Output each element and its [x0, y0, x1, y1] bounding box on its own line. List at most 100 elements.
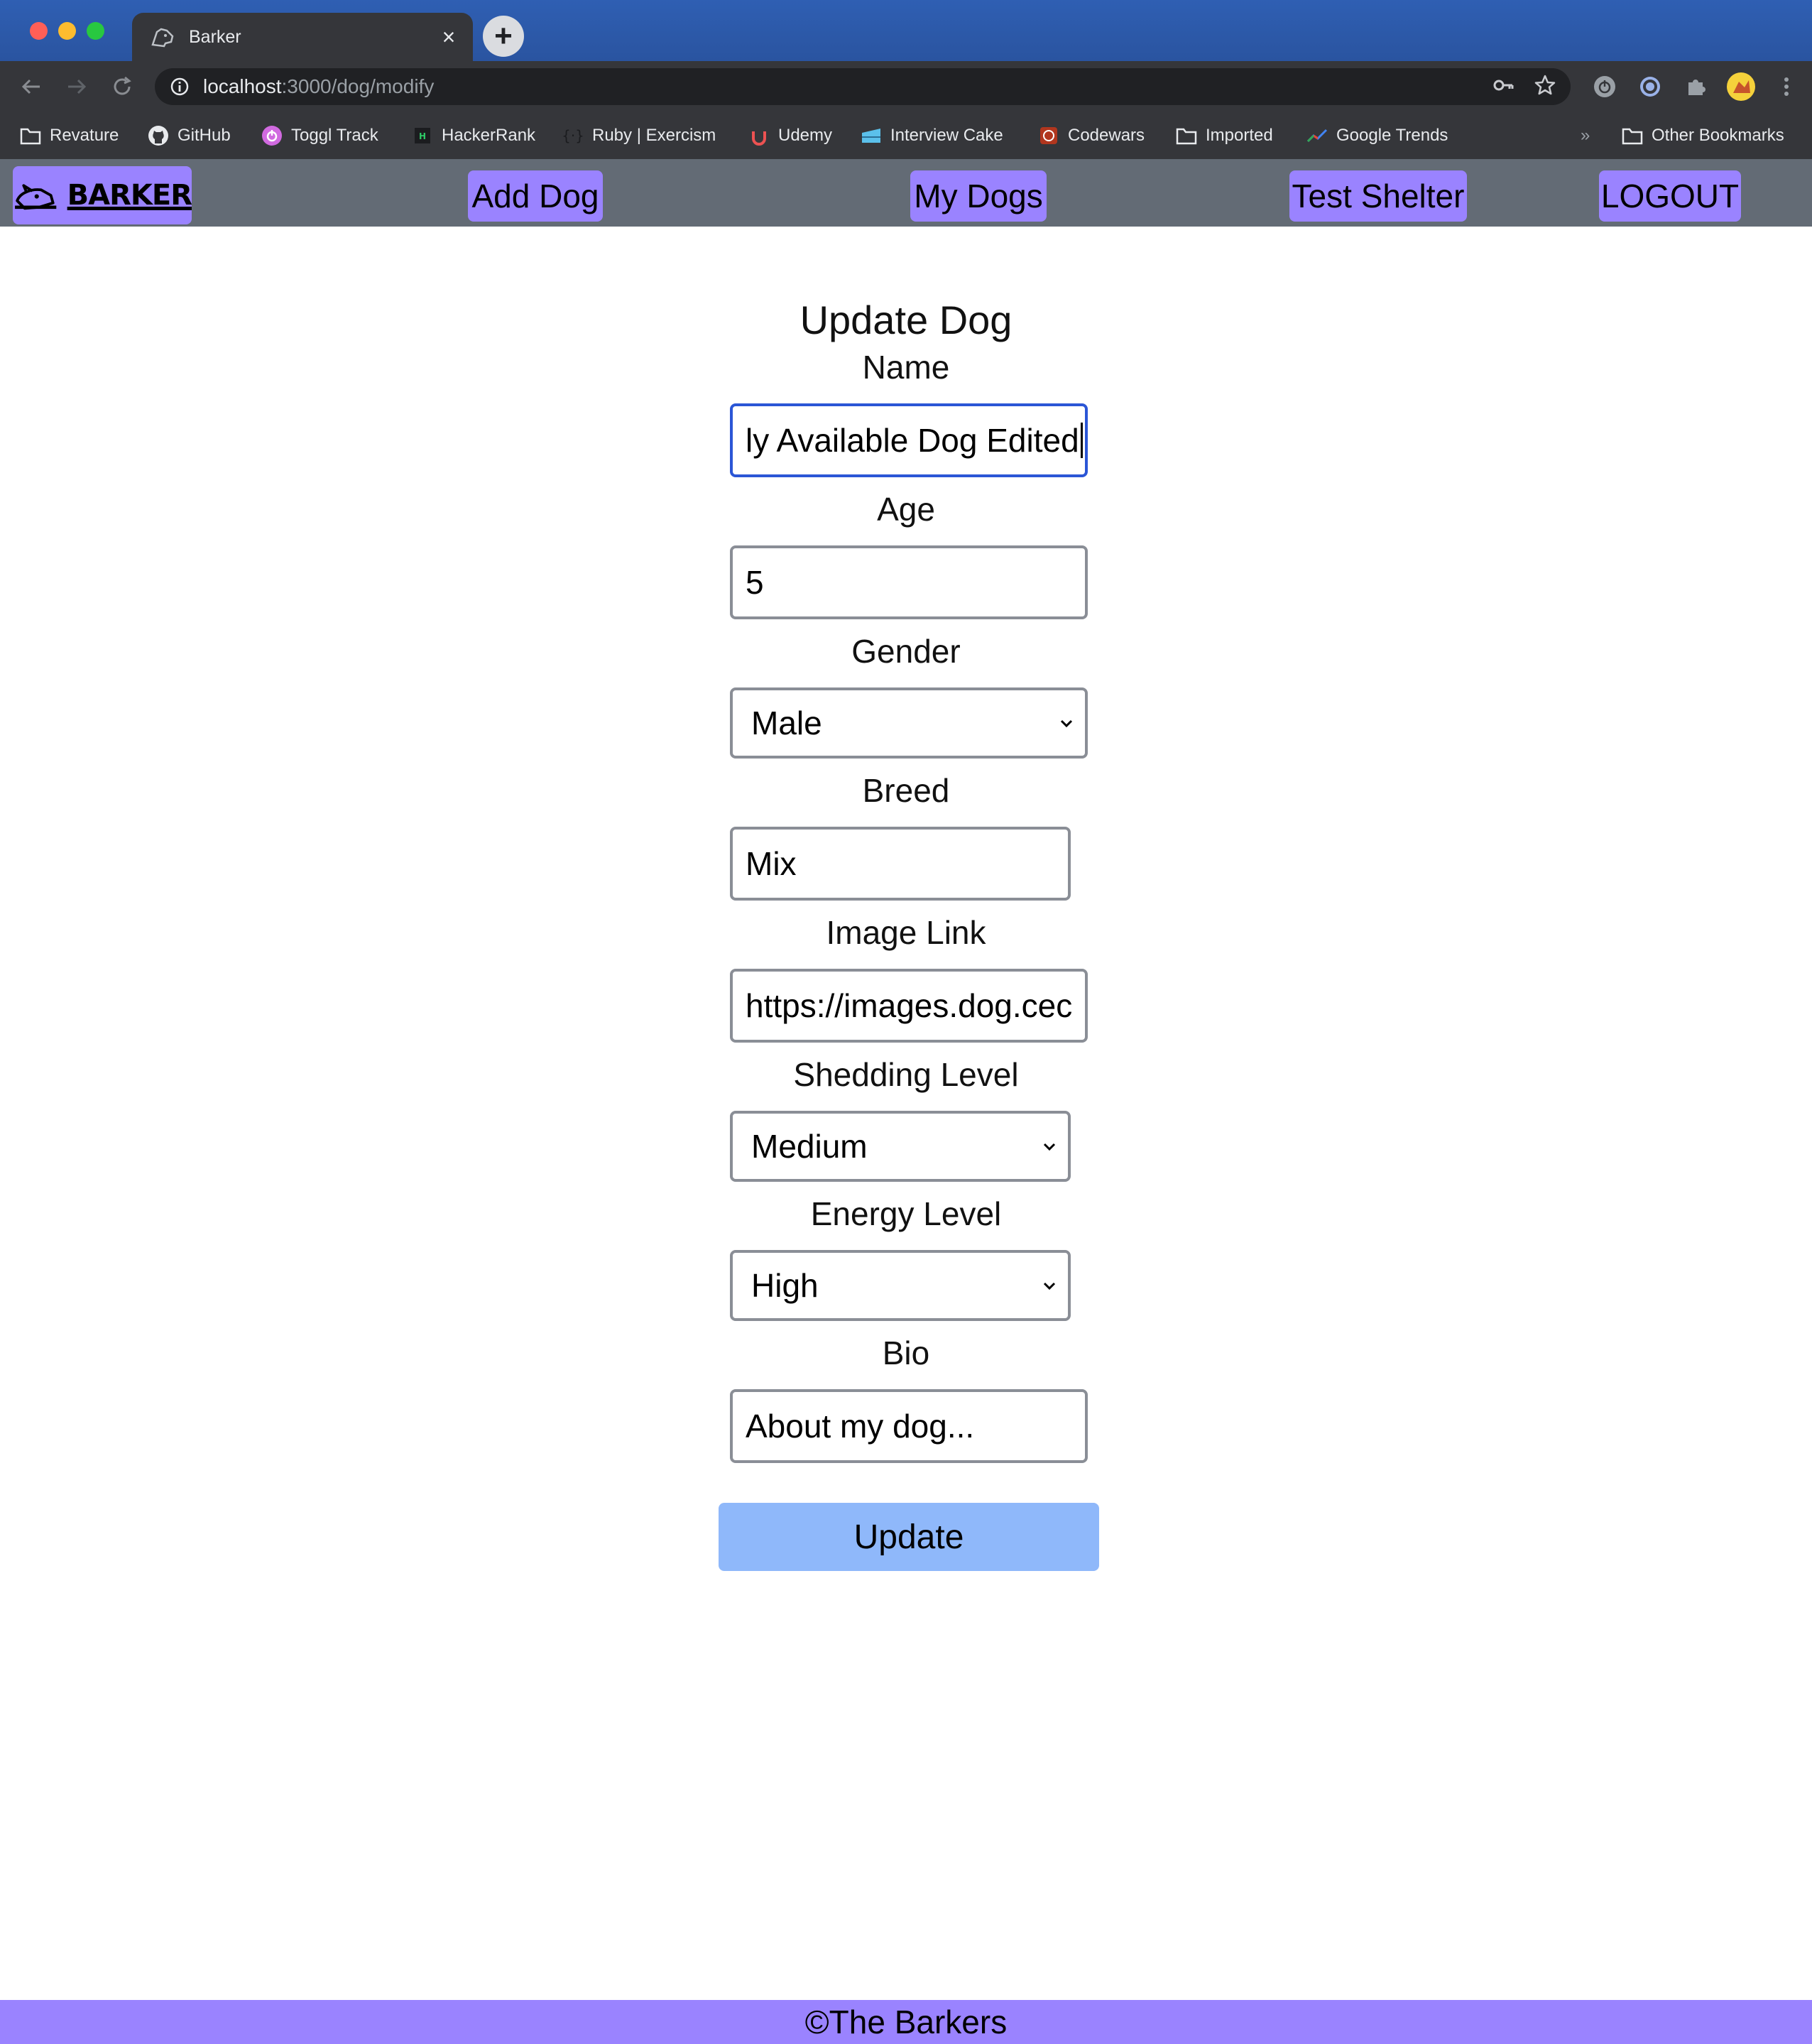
dog-favicon-icon [151, 24, 176, 50]
logo-text: BARKER [67, 179, 192, 212]
github-icon [148, 125, 169, 146]
age-label: Age [877, 491, 935, 528]
address-bar[interactable]: localhost:3000/dog/modify [155, 68, 1571, 105]
reload-icon[interactable] [107, 71, 138, 102]
chevron-down-icon [1043, 1282, 1056, 1290]
bookmark-label: Codewars [1068, 126, 1145, 145]
folder-icon [20, 125, 41, 146]
gender-select-value: Male [751, 705, 822, 741]
energy-level-select[interactable]: High [730, 1250, 1071, 1321]
nav-logout[interactable]: LOGOUT [1599, 170, 1741, 222]
bookmark-label: Other Bookmarks [1652, 126, 1784, 145]
bookmark-google-trends[interactable]: Google Trends [1306, 112, 1448, 159]
energy-level-label: Energy Level [810, 1195, 1002, 1232]
bookmark-github[interactable]: GitHub [148, 112, 231, 159]
extensions-puzzle-icon[interactable] [1680, 71, 1711, 102]
bio-label: Bio [882, 1334, 930, 1371]
nav-test-shelter[interactable]: Test Shelter [1289, 170, 1467, 222]
bookmark-label: Toggl Track [291, 126, 378, 145]
bookmark-label: Imported [1206, 126, 1273, 145]
gender-select[interactable]: Male [730, 687, 1088, 759]
folder-icon [1176, 125, 1197, 146]
bookmark-hackerrank[interactable]: H HackerRank [412, 112, 535, 159]
breed-label: Breed [862, 772, 950, 809]
power-extension-icon[interactable] [1589, 71, 1620, 102]
browser-menu-icon[interactable] [1771, 71, 1802, 102]
bio-input[interactable]: About my dog... [730, 1389, 1088, 1463]
bookmarks-bar: Revature GitHub Toggl Track H HackerRank… [0, 112, 1812, 161]
bookmark-label: GitHub [178, 126, 231, 145]
bookmark-revature[interactable]: Revature [20, 112, 119, 159]
image-link-input-value: https://images.dog.cec [746, 987, 1073, 1024]
image-link-label: Image Link [826, 914, 986, 951]
url-path: :3000/dog/modify [281, 75, 435, 97]
forward-icon[interactable] [61, 71, 92, 102]
age-input-value: 5 [746, 564, 764, 601]
footer: ©The Barkers [0, 2000, 1812, 2044]
bookmark-label: Revature [50, 126, 119, 145]
ring-extension-icon[interactable] [1634, 71, 1666, 102]
bookmark-udemy[interactable]: Udemy [748, 112, 832, 159]
udemy-icon [748, 125, 770, 146]
form-title: Update Dog [799, 298, 1013, 342]
bookmark-label: Google Trends [1336, 126, 1448, 145]
close-window-button[interactable] [30, 22, 48, 40]
app-navbar: BARKER Add Dog My Dogs Test Shelter LOGO… [0, 159, 1812, 227]
image-link-input[interactable]: https://images.dog.cec [730, 969, 1088, 1043]
browser-toolbar: localhost:3000/dog/modify [0, 61, 1812, 112]
name-input[interactable]: ly Available Dog Edited [730, 403, 1088, 477]
breed-input-value: Mix [746, 845, 797, 882]
trends-icon [1306, 125, 1328, 146]
hackerrank-icon: H [412, 125, 433, 146]
cake-icon [861, 125, 882, 146]
browser-title-bar: Barker × + [0, 0, 1812, 61]
svg-text:{·}: {·} [562, 127, 584, 144]
new-tab-button[interactable]: + [483, 16, 524, 57]
bookmark-label: Interview Cake [890, 126, 1003, 145]
site-info-icon[interactable] [169, 76, 190, 97]
profile-avatar-icon[interactable] [1725, 71, 1757, 102]
bio-input-placeholder: About my dog... [746, 1408, 975, 1445]
browser-tab[interactable]: Barker × [132, 13, 473, 61]
minimize-window-button[interactable] [58, 22, 76, 40]
nav-my-dogs[interactable]: My Dogs [910, 170, 1047, 222]
bookmark-label: HackerRank [442, 126, 536, 145]
bookmark-codewars[interactable]: Codewars [1038, 112, 1145, 159]
name-label: Name [862, 349, 950, 386]
shedding-level-label: Shedding Level [793, 1056, 1019, 1093]
dog-logo-icon [15, 184, 57, 210]
chevron-down-icon [1043, 1143, 1056, 1151]
nav-add-dog[interactable]: Add Dog [468, 170, 603, 222]
barker-logo-link[interactable]: BARKER [13, 166, 192, 224]
bookmark-interview-cake[interactable]: Interview Cake [861, 112, 1003, 159]
bookmark-label: Ruby | Exercism [592, 126, 716, 145]
tab-close-icon[interactable]: × [435, 23, 463, 51]
energy-level-value: High [751, 1267, 819, 1304]
url-text: localhost:3000/dog/modify [203, 75, 434, 98]
svg-text:H: H [419, 131, 426, 141]
bookmark-toggl-track[interactable]: Toggl Track [261, 112, 378, 159]
name-input-value: ly Available Dog Edited [746, 422, 1079, 459]
toggl-icon [261, 125, 283, 146]
shedding-level-value: Medium [751, 1128, 868, 1165]
bookmarks-overflow-chevron[interactable]: » [1581, 112, 1590, 159]
gender-label: Gender [851, 633, 961, 670]
tab-title: Barker [189, 26, 241, 47]
age-input[interactable]: 5 [730, 545, 1088, 619]
bookmark-label: Udemy [778, 126, 833, 145]
other-bookmarks[interactable]: Other Bookmarks [1622, 112, 1784, 159]
chevron-down-icon [1060, 719, 1073, 728]
codewars-icon [1038, 125, 1059, 146]
shedding-level-select[interactable]: Medium [730, 1111, 1071, 1182]
bookmark-imported[interactable]: Imported [1176, 112, 1273, 159]
key-icon[interactable] [1492, 75, 1514, 99]
update-button[interactable]: Update [719, 1503, 1099, 1571]
url-host: localhost [203, 75, 282, 97]
star-icon[interactable] [1534, 74, 1556, 100]
back-icon[interactable] [16, 71, 47, 102]
text-caret [1080, 423, 1083, 458]
maximize-window-button[interactable] [87, 22, 104, 40]
exercism-icon: {·} [562, 125, 584, 146]
breed-input[interactable]: Mix [730, 827, 1071, 901]
bookmark-exercism[interactable]: {·} Ruby | Exercism [562, 112, 716, 159]
